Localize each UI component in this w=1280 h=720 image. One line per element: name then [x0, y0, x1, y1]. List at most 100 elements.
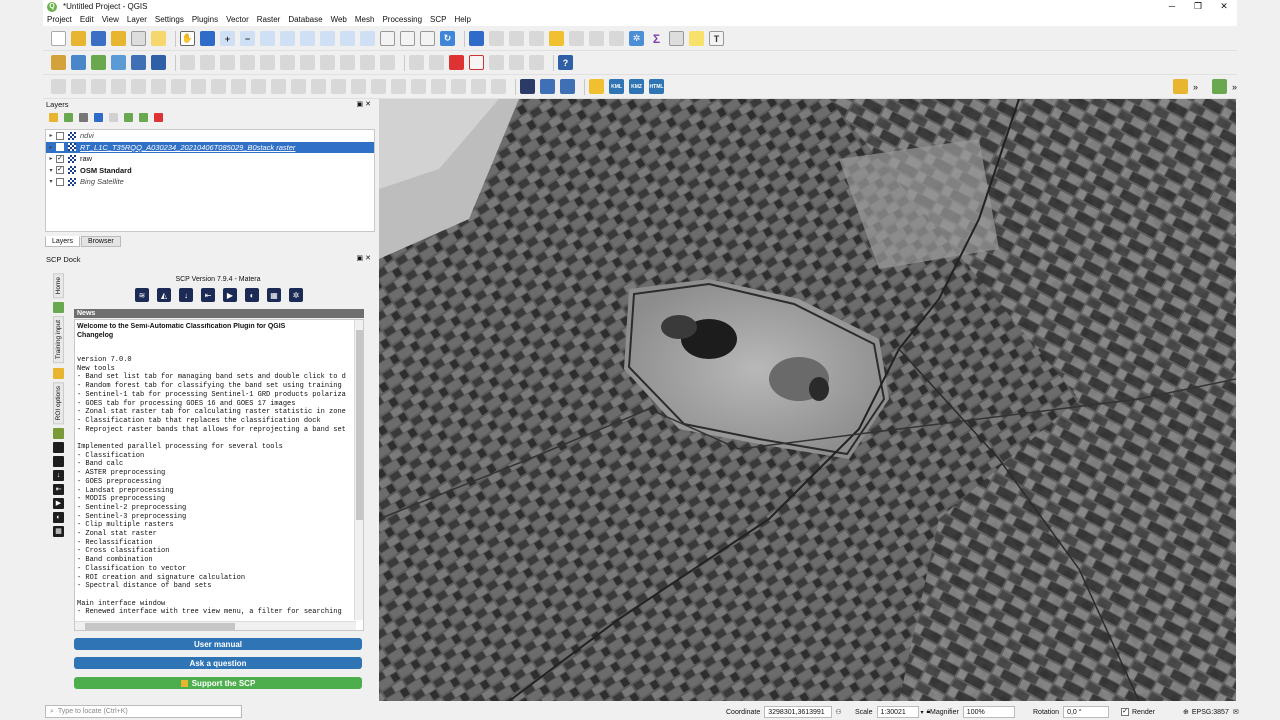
add-group-icon[interactable] [64, 112, 73, 122]
current-edits-icon[interactable] [180, 55, 195, 70]
html-annotation-icon[interactable] [431, 79, 446, 94]
overflow-chevron-2-icon[interactable]: » [1232, 82, 1237, 92]
layer-row-ndvi[interactable]: ▸ ndvi [46, 130, 374, 142]
save-project-icon[interactable] [91, 31, 106, 46]
offset-curve-icon[interactable] [231, 79, 246, 94]
advanced-digitize-icon[interactable] [51, 79, 66, 94]
refresh-icon[interactable]: ↻ [440, 31, 455, 46]
preprocessing-icon[interactable]: ⇤ [53, 483, 64, 495]
label-rotate-icon[interactable] [509, 55, 524, 70]
remove-layer-icon[interactable] [154, 112, 163, 122]
render-checkbox[interactable]: ✓ [1121, 708, 1129, 716]
layer-row-stack-raster[interactable]: ▸ RT_L1C_T35RQQ_A030234_20210406T085029_… [46, 141, 374, 153]
band-calc-tool-icon[interactable]: ▦ [267, 288, 281, 302]
tab-roi-options[interactable]: ROI options [53, 381, 64, 424]
scale-field[interactable]: 1:30021 [876, 706, 919, 718]
tab-home[interactable]: Home [53, 273, 64, 299]
new-3d-view-icon[interactable] [400, 31, 415, 46]
form-annotation-icon[interactable] [471, 79, 486, 94]
menu-view[interactable]: View [102, 15, 119, 24]
reverse-line-icon[interactable] [251, 79, 266, 94]
offset-symbol-icon[interactable] [391, 79, 406, 94]
expand-arrow-icon[interactable]: ▸ [46, 155, 56, 162]
zoom-last-icon[interactable] [340, 31, 355, 46]
move-annotation-icon[interactable] [491, 79, 506, 94]
measure-icon[interactable] [669, 31, 684, 46]
statistics-icon[interactable] [609, 31, 624, 46]
basic-tools-icon[interactable] [53, 455, 64, 467]
new-shapefile-icon[interactable] [91, 55, 106, 70]
layer-checkbox[interactable]: ✓ [56, 166, 64, 175]
menu-vector[interactable]: Vector [226, 15, 249, 24]
scp-band-set-icon[interactable] [520, 79, 535, 94]
print-layout-icon[interactable] [131, 31, 146, 46]
menu-mesh[interactable]: Mesh [355, 15, 375, 24]
attribute-table-icon[interactable] [569, 31, 584, 46]
home-icon[interactable] [53, 302, 64, 314]
delete-ring-icon[interactable] [171, 79, 186, 94]
layer-row-osm[interactable]: ▾ ✓ OSM Standard [46, 165, 374, 177]
collapse-all-icon[interactable] [139, 112, 148, 122]
band-set-tool-icon[interactable]: ≋ [135, 288, 149, 302]
menu-raster[interactable]: Raster [257, 15, 281, 24]
label-move-icon[interactable] [489, 55, 504, 70]
label-highlight-icon[interactable] [449, 55, 464, 70]
layer-checkbox[interactable] [56, 177, 64, 186]
band-processing-tool-icon[interactable]: ▶ [223, 288, 237, 302]
menu-settings[interactable]: Settings [155, 15, 184, 24]
redo-icon[interactable] [380, 55, 395, 70]
layout-manager-icon[interactable] [151, 31, 166, 46]
ask-question-button[interactable]: Ask a question [74, 657, 362, 669]
horizontal-scrollbar[interactable] [75, 621, 356, 630]
field-calculator-icon[interactable] [589, 31, 604, 46]
scale-dropdown-icon[interactable]: ▾ [921, 709, 924, 716]
vertex-tool-icon[interactable] [260, 55, 275, 70]
menu-edit[interactable]: Edit [80, 15, 94, 24]
copy-features-icon[interactable] [320, 55, 335, 70]
new-geopackage-icon[interactable] [71, 55, 86, 70]
tab-browser[interactable]: Browser [81, 236, 121, 247]
coordinate-field[interactable]: 3298301,3613991 [764, 706, 833, 718]
user-manual-button[interactable]: User manual [74, 638, 362, 650]
menu-web[interactable]: Web [331, 15, 347, 24]
pan-to-selection-icon[interactable] [200, 31, 215, 46]
band-calc-icon[interactable]: ▦ [53, 525, 64, 537]
layer-row-bing[interactable]: ▾ Bing Satellite [46, 176, 374, 188]
actions-icon[interactable] [489, 31, 504, 46]
fill-ring-icon[interactable] [151, 79, 166, 94]
split-features-icon[interactable] [291, 79, 306, 94]
layer-checkbox[interactable]: ✓ [56, 154, 64, 163]
roi-icon[interactable] [53, 427, 64, 439]
tab-layers[interactable]: Layers [45, 236, 81, 247]
band-set-icon[interactable] [53, 441, 64, 453]
tab-training-input[interactable]: Training input [53, 316, 64, 364]
menu-project[interactable]: Project [47, 15, 72, 24]
preprocessing-tool-icon[interactable]: ⇤ [201, 288, 215, 302]
zoom-selection-icon[interactable] [280, 31, 295, 46]
layer-checkbox[interactable] [56, 131, 64, 140]
html-export-icon[interactable]: HTML [649, 79, 664, 94]
select-by-value-icon[interactable] [529, 31, 544, 46]
add-part-icon[interactable] [131, 79, 146, 94]
reshape-icon[interactable] [211, 79, 226, 94]
band-processing-icon[interactable]: ▶ [53, 497, 64, 509]
new-temp-layer-icon[interactable] [131, 55, 146, 70]
toggle-editing-icon[interactable] [200, 55, 215, 70]
crs-button[interactable]: EPSG:3857 [1192, 709, 1229, 716]
zoom-out-icon[interactable]: − [240, 31, 255, 46]
training-icon[interactable] [53, 367, 64, 379]
add-ring-icon[interactable] [111, 79, 126, 94]
expand-all-icon[interactable] [124, 112, 133, 122]
undo-icon[interactable] [360, 55, 375, 70]
overflow-chevron-icon[interactable]: » [1193, 82, 1198, 92]
layer-styling-icon[interactable] [49, 112, 58, 122]
merge-attributes-icon[interactable] [351, 79, 366, 94]
menu-plugins[interactable]: Plugins [192, 15, 218, 24]
label-pin-icon[interactable] [429, 55, 444, 70]
settings-gear-icon[interactable]: ✲ [629, 31, 644, 46]
save-edits-icon[interactable] [220, 55, 235, 70]
rotate-feature-icon[interactable] [71, 79, 86, 94]
expand-arrow-icon[interactable]: ▸ [46, 144, 56, 151]
calculator-icon[interactable] [1211, 79, 1227, 94]
basic-tools-tool-icon[interactable]: ◭ [157, 288, 171, 302]
